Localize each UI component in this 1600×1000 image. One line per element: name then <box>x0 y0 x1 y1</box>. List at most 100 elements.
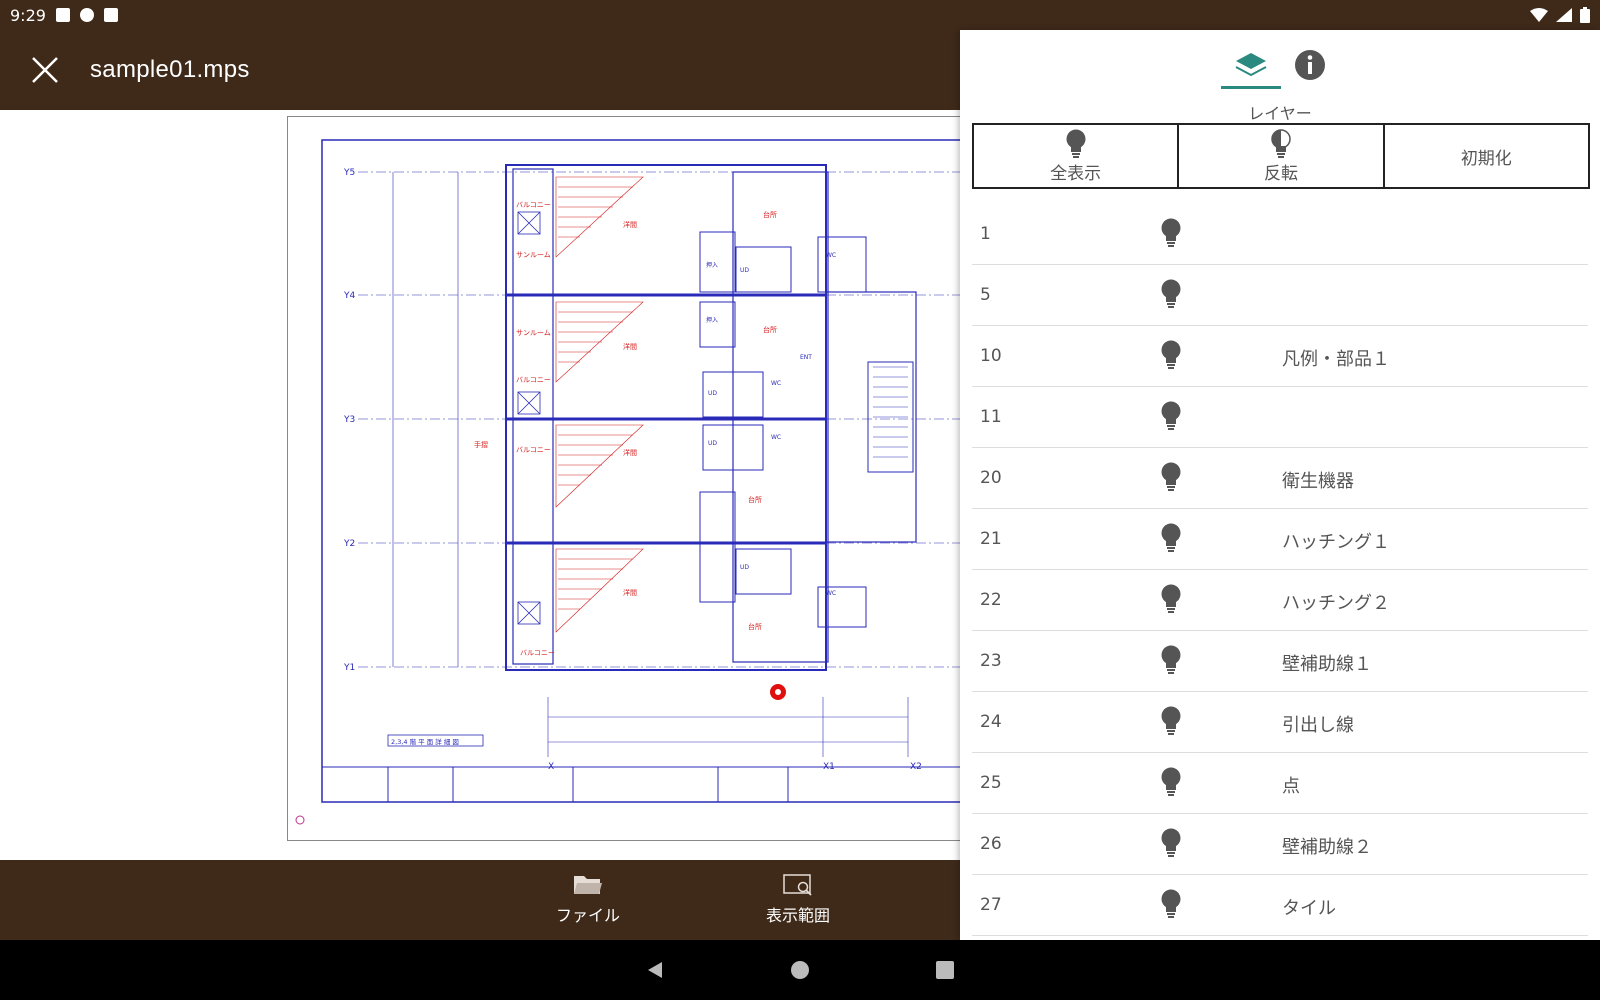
room-label: 洋間 <box>623 342 637 351</box>
wifi-icon <box>1530 8 1548 22</box>
layer-action-buttons: 全表示 反転 初期化 <box>972 123 1590 189</box>
room-label: UD <box>740 267 749 274</box>
reset-button[interactable]: 初期化 <box>1382 123 1590 189</box>
layer-number: 5 <box>980 285 991 305</box>
layer-visibility-bulb-icon[interactable] <box>1160 889 1182 923</box>
back-icon[interactable] <box>645 960 665 980</box>
file-button[interactable]: ファイル <box>518 872 658 926</box>
layer-number: 20 <box>980 468 1002 488</box>
layer-name: ハッチング２ <box>1282 593 1390 614</box>
tab-layers[interactable] <box>1221 40 1281 90</box>
room-label: バルコニー <box>520 649 555 657</box>
grid-label-x2: X2 <box>910 762 922 772</box>
keyboard-icon <box>55 8 70 22</box>
layer-visibility-bulb-icon[interactable] <box>1160 584 1182 618</box>
room-label: WC <box>826 590 836 597</box>
room-label: WC <box>771 434 781 441</box>
file-button-label: ファイル <box>555 906 620 925</box>
layer-row[interactable]: 5 <box>972 265 1588 326</box>
layer-number: 21 <box>980 529 1002 549</box>
home-icon[interactable] <box>790 960 810 980</box>
room-label: UD <box>708 440 717 447</box>
invert-label: 反転 <box>1263 163 1298 184</box>
tab-info[interactable] <box>1280 40 1340 90</box>
status-bar: 9:29 <box>0 0 1600 30</box>
drawing-canvas[interactable]: Y5 Y4 Y3 Y2 Y1 X X1 X2 バルコニー サンルーム サンルーム… <box>0 110 977 860</box>
battery-icon <box>1580 7 1590 23</box>
room-label: UD <box>708 390 717 397</box>
room-label: バルコニー <box>516 201 551 209</box>
view-range-button[interactable]: 表示範囲 <box>728 872 868 926</box>
show-all-label: 全表示 <box>1050 163 1102 184</box>
room-label: 台所 <box>748 495 762 504</box>
grid-label-x1: X1 <box>823 762 835 772</box>
layer-row[interactable]: 23 壁補助線１ <box>972 631 1588 692</box>
invert-button[interactable]: 反転 <box>1177 123 1385 189</box>
layer-number: 26 <box>980 834 1002 854</box>
folder-icon <box>574 876 602 894</box>
show-all-button[interactable]: 全表示 <box>972 123 1180 189</box>
layer-number: 25 <box>980 773 1002 793</box>
bulb-half-icon <box>1271 128 1291 158</box>
layer-name: 引出し線 <box>1282 715 1354 736</box>
view-range-button-label: 表示範囲 <box>765 906 830 925</box>
room-label: バルコニー <box>516 446 551 454</box>
layer-list: 1 5 10 凡例・部品１ 11 20 衛生機器 21 ハッチング１ 22 ハッチング２ 23 壁補助線… <box>972 204 1588 936</box>
layer-visibility-bulb-icon[interactable] <box>1160 523 1182 557</box>
app-bar: sample01.mps <box>0 30 960 110</box>
layer-name: ハッチング１ <box>1282 532 1390 553</box>
layer-name: 壁補助線１ <box>1282 654 1372 675</box>
room-label: 台所 <box>763 210 777 219</box>
room-label: ENT <box>800 354 812 361</box>
layer-row[interactable]: 27 タイル <box>972 875 1588 936</box>
layer-name: 点 <box>1282 776 1300 797</box>
layer-row[interactable]: 21 ハッチング１ <box>972 509 1588 570</box>
panel-heading: レイヤー <box>1248 104 1312 123</box>
layer-row[interactable]: 25 点 <box>972 753 1588 814</box>
room-label: サンルーム <box>516 329 551 337</box>
layer-visibility-bulb-icon[interactable] <box>1160 645 1182 679</box>
room-label: WC <box>771 380 781 387</box>
layer-visibility-bulb-icon[interactable] <box>1160 279 1182 313</box>
grid-label-x: X <box>548 762 554 772</box>
close-button[interactable] <box>0 30 90 110</box>
layers-icon <box>1235 53 1267 77</box>
room-label: サンルーム <box>516 251 551 259</box>
room-label: 押入 <box>706 261 718 269</box>
layer-number: 10 <box>980 346 1002 366</box>
layer-visibility-bulb-icon[interactable] <box>1160 828 1182 862</box>
layer-visibility-bulb-icon[interactable] <box>1160 706 1182 740</box>
layer-name: タイル <box>1282 898 1336 919</box>
layer-visibility-bulb-icon[interactable] <box>1160 218 1182 252</box>
drawing-sheet[interactable]: Y5 Y4 Y3 Y2 Y1 X X1 X2 バルコニー サンルーム サンルーム… <box>287 116 977 841</box>
reset-label: 初期化 <box>1460 148 1512 169</box>
layer-visibility-bulb-icon[interactable] <box>1160 340 1182 374</box>
layer-row[interactable]: 22 ハッチング２ <box>972 570 1588 631</box>
layer-name: 衛生機器 <box>1282 471 1354 492</box>
layer-visibility-bulb-icon[interactable] <box>1160 401 1182 435</box>
recents-icon[interactable] <box>935 960 955 980</box>
plan-title: 2,3,4 階 平 面 詳 細 図 <box>391 737 459 746</box>
layer-name: 壁補助線２ <box>1282 837 1372 858</box>
layer-panel: レイヤー 全表示 反転 初期化 1 5 10 凡例・部品１ 11 20 衛生機器 2 <box>960 30 1600 940</box>
layer-row[interactable]: 26 壁補助線２ <box>972 814 1588 875</box>
layer-row[interactable]: 10 凡例・部品１ <box>972 326 1588 387</box>
layer-visibility-bulb-icon[interactable] <box>1160 767 1182 801</box>
layer-row[interactable]: 1 <box>972 204 1588 265</box>
room-label: 洋間 <box>623 220 637 229</box>
status-time: 9:29 <box>10 5 46 25</box>
layer-row[interactable]: 11 <box>972 387 1588 448</box>
panel-tabs <box>960 30 1600 96</box>
grid-label-y3: Y3 <box>343 415 355 425</box>
layer-row[interactable]: 24 引出し線 <box>972 692 1588 753</box>
layer-visibility-bulb-icon[interactable] <box>1160 462 1182 496</box>
layer-row[interactable]: 20 衛生機器 <box>972 448 1588 509</box>
file-title: sample01.mps <box>90 56 250 83</box>
layer-number: 27 <box>980 895 1002 915</box>
grid-label-y5: Y5 <box>343 168 355 178</box>
room-label: 洋間 <box>623 588 637 597</box>
grid-label-y4: Y4 <box>343 291 355 301</box>
layer-name: 凡例・部品１ <box>1282 349 1390 370</box>
room-label: 押入 <box>706 316 718 324</box>
layer-number: 24 <box>980 712 1002 732</box>
